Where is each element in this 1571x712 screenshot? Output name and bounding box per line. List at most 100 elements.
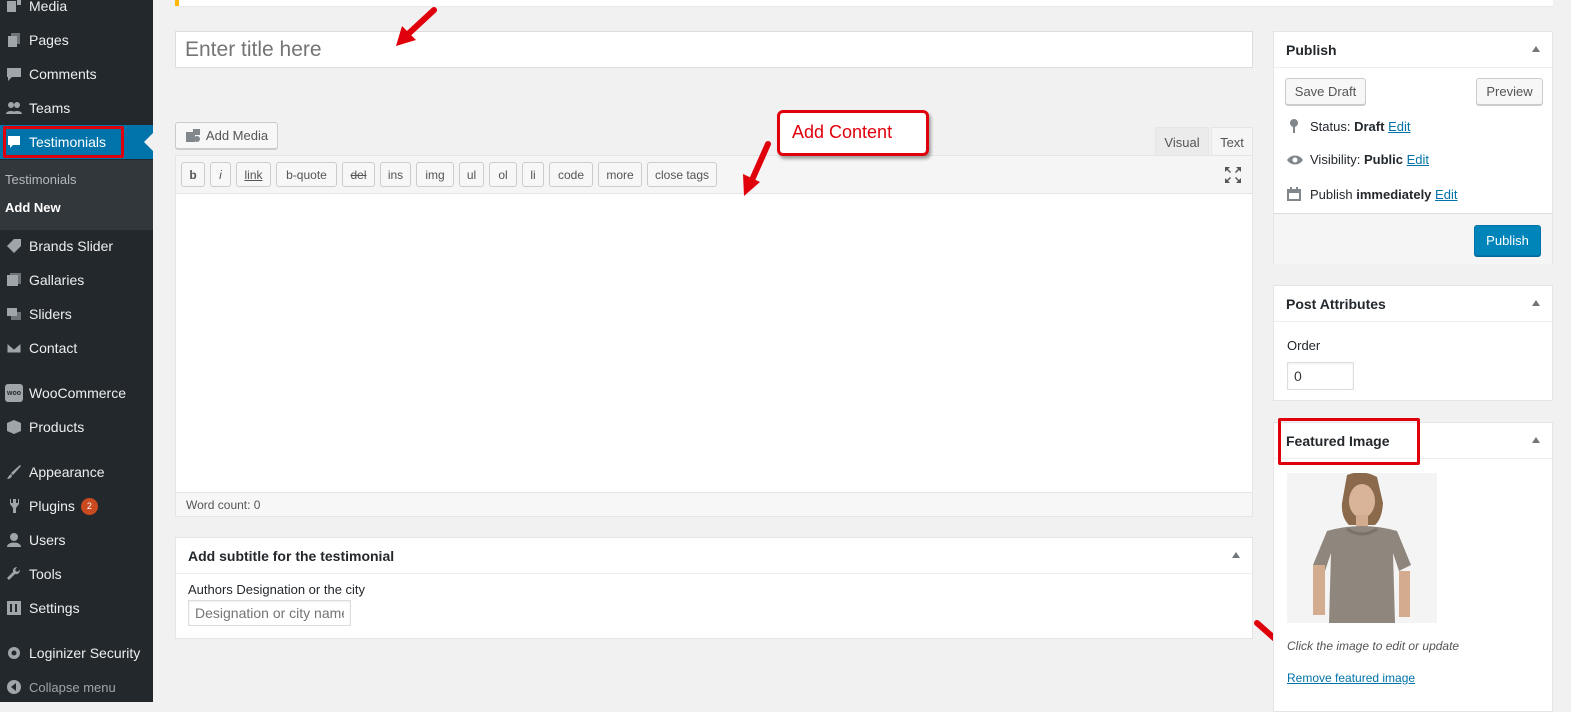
pin-icon	[1286, 118, 1304, 134]
settings-icon	[5, 599, 23, 617]
menu-label: Sliders	[29, 306, 72, 322]
content-editor: b i link b-quote del ins img ul ol li co…	[175, 155, 1253, 517]
add-media-label: Add Media	[205, 128, 269, 143]
wrench-icon	[5, 565, 23, 583]
designation-input[interactable]	[188, 600, 351, 626]
menu-label: Settings	[29, 600, 80, 616]
publish-button[interactable]: Publish	[1474, 225, 1541, 256]
subtitle-metabox-title[interactable]: Add subtitle for the testimonial	[176, 538, 1252, 574]
menu-item-sliders[interactable]: Sliders	[0, 297, 153, 331]
menu-item-plugins[interactable]: Plugins 2	[0, 489, 153, 523]
schedule-value: immediately	[1356, 186, 1432, 202]
visibility-label: Visibility:	[1310, 152, 1361, 167]
menu-label: Contact	[29, 340, 78, 356]
featured-image-hint: Click the image to edit or update	[1287, 639, 1460, 653]
menu-item-tools[interactable]: Tools	[0, 557, 153, 591]
submenu-item-add-new[interactable]: Add New	[5, 200, 61, 215]
visibility-value: Public	[1363, 152, 1403, 167]
order-input[interactable]	[1287, 362, 1354, 390]
qt-li-button[interactable]: li	[522, 162, 544, 187]
post-attributes-metabox: Post Attributes Order	[1273, 285, 1553, 401]
menu-item-comments[interactable]: Comments	[0, 57, 153, 91]
plugin-icon	[5, 497, 23, 515]
eye-icon	[1286, 154, 1304, 166]
menu-label: WooCommerce	[29, 385, 126, 401]
toggle-arrow-icon[interactable]	[1532, 300, 1540, 306]
save-draft-button[interactable]: Save Draft	[1285, 78, 1366, 105]
featured-image-thumbnail[interactable]	[1287, 473, 1437, 623]
qt-img-button[interactable]: img	[416, 162, 454, 187]
menu-label: Brands Slider	[29, 238, 114, 254]
menu-item-woocommerce[interactable]: woo WooCommerce	[0, 376, 153, 410]
submenu-item-testimonials[interactable]: Testimonials	[5, 172, 77, 187]
menu-label: Loginizer Security	[29, 645, 141, 661]
admin-sidebar: Media Pages Comments Teams Testimonials …	[0, 0, 153, 702]
title-input[interactable]	[175, 31, 1253, 68]
edit-visibility-link[interactable]: Edit	[1407, 152, 1429, 167]
post-attributes-metabox-title[interactable]: Post Attributes	[1274, 286, 1552, 322]
menu-label: Comments	[29, 66, 97, 82]
menu-label: Products	[29, 419, 85, 435]
qt-code-button[interactable]: code	[549, 162, 593, 187]
menu-item-loginizer-security[interactable]: Loginizer Security	[0, 636, 153, 670]
menu-item-brands-slider[interactable]: Brands Slider	[0, 229, 153, 263]
word-count: Word count: 0	[176, 492, 1252, 516]
menu-label: Users	[29, 532, 66, 548]
notice-strip	[175, 0, 1553, 6]
subtitle-metabox: Add subtitle for the testimonial Authors…	[175, 537, 1253, 639]
qt-del-button[interactable]: del	[342, 162, 375, 187]
menu-label: Teams	[29, 100, 71, 116]
toggle-arrow-icon[interactable]	[1532, 46, 1540, 52]
menu-item-teams[interactable]: Teams	[0, 91, 153, 125]
fullscreen-icon[interactable]	[1224, 166, 1242, 184]
publish-metabox-title[interactable]: Publish	[1274, 32, 1552, 68]
highlight-featured-image	[1278, 418, 1420, 465]
toggle-arrow-icon[interactable]	[1232, 552, 1240, 558]
brush-icon	[5, 463, 23, 481]
qt-close-tags-button[interactable]: close tags	[647, 162, 717, 187]
toggle-arrow-icon[interactable]	[1532, 437, 1540, 443]
menu-item-products[interactable]: Products	[0, 410, 153, 444]
menu-label: Plugins	[29, 498, 75, 514]
status-label: Status:	[1310, 118, 1351, 134]
user-icon	[5, 531, 23, 549]
tab-text[interactable]: Text	[1211, 127, 1253, 156]
box-icon	[5, 418, 23, 436]
menu-label: Gallaries	[29, 272, 85, 288]
tab-visual[interactable]: Visual	[1155, 127, 1209, 156]
highlight-testimonials	[3, 126, 124, 158]
content-textarea[interactable]	[176, 194, 1252, 494]
edit-status-link[interactable]: Edit	[1388, 119, 1410, 134]
publish-metabox: Publish Save Draft Preview Status: Draft…	[1273, 31, 1553, 264]
menu-item-media[interactable]: Media	[0, 0, 153, 23]
menu-item-appearance[interactable]: Appearance	[0, 455, 153, 489]
qt-ul-button[interactable]: ul	[459, 162, 484, 187]
menu-item-users[interactable]: Users	[0, 523, 153, 557]
arrow-title-annotation	[396, 7, 437, 46]
featured-image-metabox: Featured Image Click the image to edit o…	[1273, 422, 1553, 712]
menu-item-contact[interactable]: Contact	[0, 331, 153, 365]
qt-bold-button[interactable]: b	[181, 162, 205, 187]
menu-item-settings[interactable]: Settings	[0, 591, 153, 625]
arrow-content-annotation	[743, 141, 771, 196]
tag-icon	[5, 237, 23, 255]
qt-ol-button[interactable]: ol	[489, 162, 517, 187]
edit-schedule-link[interactable]: Edit	[1435, 187, 1457, 202]
qt-ins-button[interactable]: ins	[380, 162, 411, 187]
qt-more-button[interactable]: more	[598, 162, 642, 187]
collapse-menu[interactable]: Collapse menu	[0, 670, 153, 704]
remove-featured-image-link[interactable]: Remove featured image	[1287, 671, 1415, 685]
menu-item-gallaries[interactable]: Gallaries	[0, 263, 153, 297]
menu-item-pages[interactable]: Pages	[0, 23, 153, 57]
qt-blockquote-button[interactable]: b-quote	[276, 162, 337, 187]
calendar-icon	[1286, 186, 1304, 202]
envelope-icon	[5, 339, 23, 357]
menu-label: Appearance	[29, 464, 105, 480]
qt-link-button[interactable]: link	[236, 162, 271, 187]
collapse-icon	[5, 678, 23, 696]
status-row: Status: Draft Edit	[1286, 118, 1410, 134]
preview-button[interactable]: Preview	[1476, 78, 1543, 105]
add-media-button[interactable]: Add Media	[175, 122, 278, 149]
qt-italic-button[interactable]: i	[210, 162, 231, 187]
add-media-icon	[185, 128, 201, 144]
